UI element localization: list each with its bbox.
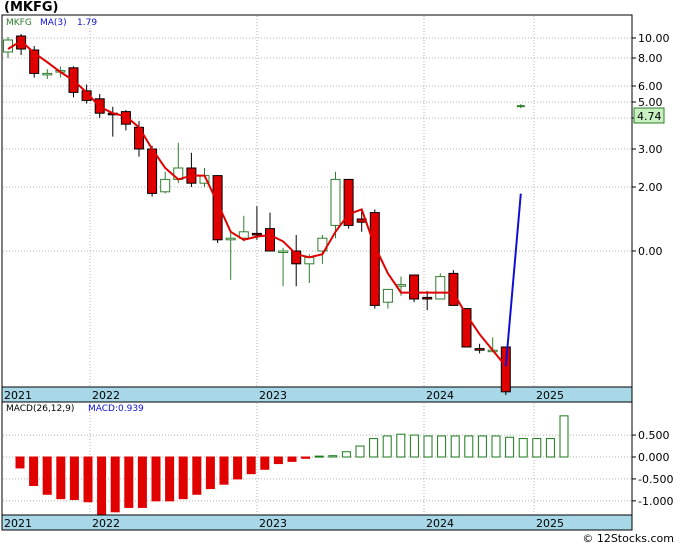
macd-bar xyxy=(83,456,93,503)
candle-body xyxy=(396,284,406,287)
page-title: (MKFG) xyxy=(4,0,59,15)
macd-bar xyxy=(382,435,392,458)
candle-body xyxy=(251,232,262,236)
candle-body xyxy=(382,288,393,303)
macd-bar xyxy=(437,435,447,458)
legend-symbol: MKFG xyxy=(6,18,32,28)
price-x-tick-label: 2024 xyxy=(426,389,454,402)
macd-bar xyxy=(423,435,433,458)
macd-bar xyxy=(260,456,270,470)
legend-ma-label: MA(3) xyxy=(40,18,67,28)
candle-body xyxy=(409,274,420,300)
candle-body xyxy=(448,272,459,306)
macd-x-tick-label: 2023 xyxy=(259,517,287,530)
candle-body xyxy=(500,346,511,393)
last-price-label: 4.74 xyxy=(637,110,662,123)
price-y-tick-label: 2.00 xyxy=(638,181,663,194)
macd-bar xyxy=(369,438,379,458)
macd-bar xyxy=(56,456,66,500)
macd-bar xyxy=(165,456,175,502)
macd-bar xyxy=(124,456,134,508)
macd-x-tick-label: 2021 xyxy=(4,517,32,530)
macd-bar xyxy=(477,435,487,458)
macd-x-tick-label: 2025 xyxy=(536,517,564,530)
macd-bar xyxy=(409,434,419,458)
price-panel xyxy=(1,14,633,388)
candle-body xyxy=(160,178,171,193)
macd-bar xyxy=(464,435,474,458)
macd-bar xyxy=(110,456,120,513)
macd-bar xyxy=(341,451,351,458)
macd-bar xyxy=(301,456,311,459)
macd-y-tick-label: -1.000 xyxy=(638,495,673,508)
macd-bar xyxy=(69,456,79,501)
macd-bar xyxy=(518,438,528,458)
stock-chart-figure: (MKFG) 2021 2022 2023 2024 2025 10.00 8.00 6.0… xyxy=(0,0,680,546)
candle-body xyxy=(42,72,53,76)
candle-body xyxy=(474,348,485,351)
macd-bar xyxy=(559,415,569,458)
price-y-tick-labels: 10.008.006.005.004.003.002.000.00 xyxy=(632,32,670,258)
chart-canvas: 2021 2022 2023 2024 2025 10.00 8.00 6.00 5.004.… xyxy=(1,14,673,531)
candle-body xyxy=(278,250,289,253)
macd-panel xyxy=(1,401,633,516)
candle-body xyxy=(435,276,446,300)
macd-bar xyxy=(205,456,215,490)
macd-y-tick-label: 0.500 xyxy=(638,429,670,442)
macd-bar xyxy=(137,456,147,508)
candle-body xyxy=(134,126,144,150)
macd-bar xyxy=(287,456,297,462)
macd-bar xyxy=(15,456,25,469)
candle-body xyxy=(330,178,341,226)
price-y-tick-label: 10.00 xyxy=(638,32,670,45)
candle-body xyxy=(369,212,380,306)
candle-body xyxy=(422,296,433,300)
macd-legend-value: MACD:0.939 xyxy=(88,404,144,414)
macd-bar xyxy=(97,456,107,515)
price-x-tick-label: 2021 xyxy=(4,389,32,402)
legend-ma-value: 1.79 xyxy=(77,18,97,28)
macd-y-tick-label: -0.500 xyxy=(638,473,673,486)
macd-bar xyxy=(314,455,324,458)
macd-bar xyxy=(545,438,555,458)
macd-y-tick-label: 0.000 xyxy=(638,451,670,464)
macd-bar xyxy=(151,456,161,502)
price-x-tick-label: 2022 xyxy=(92,389,120,402)
macd-bar xyxy=(491,435,501,458)
macd-x-tick-label: 2022 xyxy=(92,517,120,530)
price-y-tick-label: 5.00 xyxy=(638,96,663,109)
macd-x-tick-label: 2024 xyxy=(426,517,454,530)
macd-bar xyxy=(246,456,256,475)
macd-bar xyxy=(532,438,542,458)
macd-bar xyxy=(233,456,243,480)
macd-bar xyxy=(328,455,338,458)
price-y-tick-label: 8.00 xyxy=(638,52,663,65)
price-y-tick-label: 0.00 xyxy=(638,245,663,258)
price-x-tick-label: 2023 xyxy=(259,389,287,402)
price-y-tick-label: 6.00 xyxy=(638,80,663,93)
footer-credit: © 12Stocks.com xyxy=(582,532,674,545)
macd-bar xyxy=(29,456,39,486)
candle-body xyxy=(225,237,236,241)
price-x-tick-label: 2025 xyxy=(536,389,564,402)
macd-bar xyxy=(178,456,188,500)
macd-bar xyxy=(273,456,283,465)
macd-bar xyxy=(450,435,460,458)
macd-bar xyxy=(396,433,406,458)
macd-legend-label: MACD(26,12,9) xyxy=(6,404,74,414)
macd-bar xyxy=(505,436,515,458)
macd-bar xyxy=(192,456,202,495)
macd-bar xyxy=(355,445,365,458)
macd-bar xyxy=(42,456,52,495)
candle-body xyxy=(147,148,158,194)
macd-y-tick-labels: 0.500 0.000 -0.500 -1.000 xyxy=(632,429,673,508)
macd-bar xyxy=(219,456,229,485)
price-y-tick-label: 3.00 xyxy=(638,143,663,156)
candle-body xyxy=(265,228,275,252)
